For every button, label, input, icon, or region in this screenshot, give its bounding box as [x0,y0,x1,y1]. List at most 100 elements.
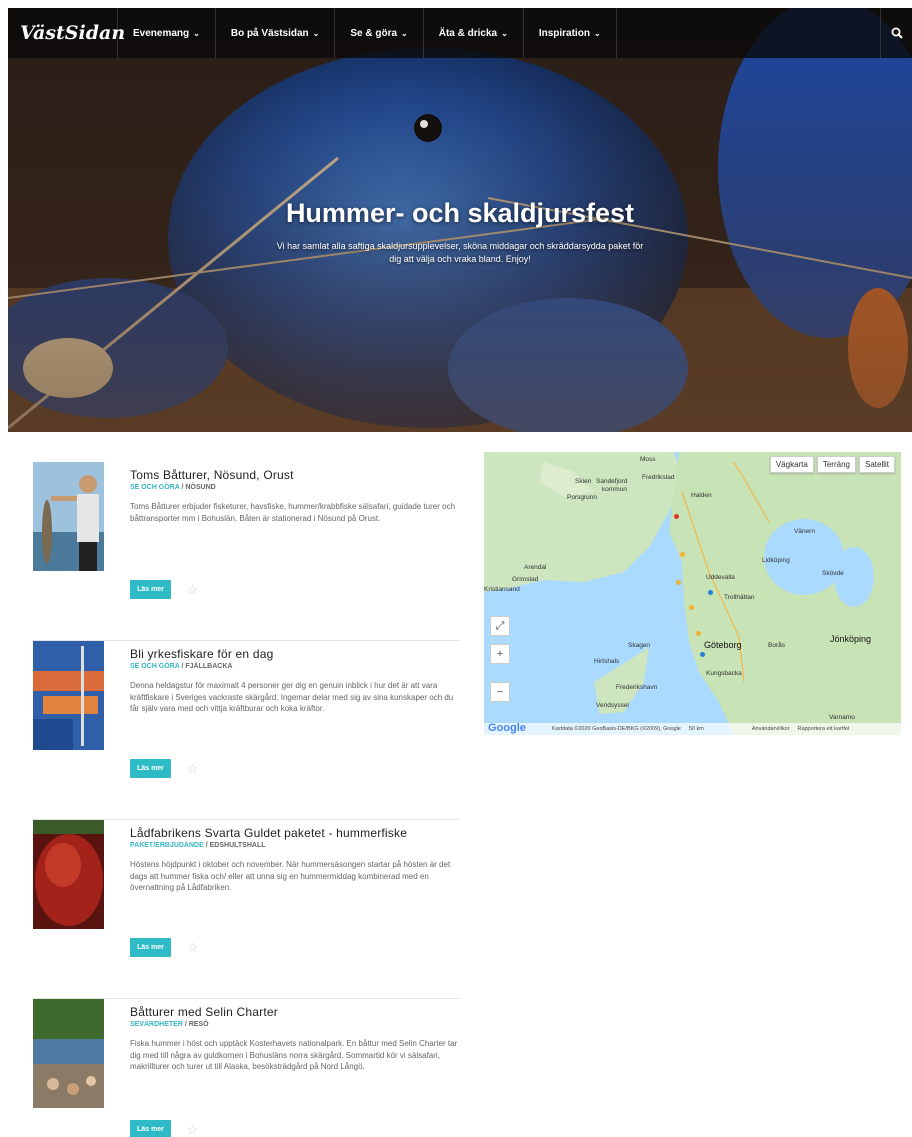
map-label: Kristiansand [484,586,520,593]
favorite-star-icon[interactable]: ☆ [183,938,202,957]
favorite-star-icon[interactable]: ☆ [183,580,202,599]
map-label: Skagen [628,642,651,649]
fullscreen-icon[interactable]: ⤢ [490,616,510,636]
nav-label: Inspiration [538,27,590,39]
map-label: Vendsyssel [596,702,629,709]
list-item: Toms Båtturer, Nösund, Orust SE OCH GÖRA… [33,462,459,641]
item-category: PAKET/ERBJUDANDE / EDSHULTSHALL [130,842,266,849]
map-scale: 50 km [688,726,704,732]
map-label: Varnamo [829,714,855,721]
map-label: Uddevalla [706,574,735,581]
map-label: kommun [602,486,627,493]
chevron-down-icon: ⌄ [401,28,408,38]
map-label: Vänern [794,528,815,535]
search-button[interactable] [880,8,912,58]
map-label: Skövde [822,570,844,577]
chevron-down-icon: ⌄ [193,28,200,38]
item-image[interactable] [33,999,104,1108]
nav-label: Bo på Västsidan [230,27,309,39]
map-terms-link[interactable]: Användarvillkor [752,726,790,732]
map-label: Skien [575,478,592,485]
map-label: Kungsbacka [706,670,742,677]
hero-title: Hummer- och skaldjursfest [285,198,635,228]
map-label: Moss [640,456,656,463]
map-marker[interactable] [708,590,713,595]
favorite-star-icon[interactable]: ☆ [183,759,202,778]
hero-subtitle: Vi har samlat alla saftiga skaldjursuppl… [276,241,644,264]
map-report-link[interactable]: Rapportera ett kartfel [797,726,849,732]
map-type-satellite[interactable]: Satellit [858,456,895,473]
item-category: SEVÄRDHETER / RESÖ [130,1021,209,1028]
category-link[interactable]: SEVÄRDHETER [130,1021,183,1028]
zoom-in-button[interactable]: + [490,644,510,664]
map-marker[interactable] [676,580,681,585]
chevron-down-icon: ⌄ [312,28,320,38]
place-label: RESÖ [188,1021,209,1028]
map[interactable]: Skien Sandefjord kommun Porsgrunn Fredri… [484,452,901,735]
nav-label: Se & göra [350,27,398,39]
map-label: Lidköping [762,557,790,564]
nav-item-se-gora[interactable]: Se & göra ⌄ [335,8,424,58]
nav-item-bo[interactable]: Bo på Västsidan ⌄ [216,8,336,58]
nav-item-inspiration[interactable]: Inspiration ⌄ [524,8,617,58]
map-marker[interactable] [674,514,679,519]
nav-item-evenemang[interactable]: Evenemang ⌄ [118,8,216,58]
item-title[interactable]: Båtturer med Selin Charter [130,1005,278,1019]
category-link[interactable]: SE OCH GÖRA [130,663,180,670]
item-title[interactable]: Toms Båtturer, Nösund, Orust [130,468,294,482]
list-item: Lådfabrikens Svarta Guldet paketet - hum… [33,820,459,999]
read-more-button[interactable]: Läs mer [130,759,171,778]
map-label: Porsgrunn [567,494,597,501]
map-label: Fredrikstad [642,474,675,481]
map-marker[interactable] [696,631,701,636]
chevron-down-icon: ⌄ [593,28,601,38]
map-attribution: Kartdata ©2020 GeoBasis-DE/BKG (©2009), … [552,726,681,732]
item-title[interactable]: Lådfabrikens Svarta Guldet paketet - hum… [130,826,407,840]
item-image[interactable] [33,820,104,929]
nav-label: Äta & dricka [438,27,498,39]
item-image[interactable] [33,641,104,750]
map-label: Sandefjord [596,478,628,485]
map-label: Halden [691,492,712,499]
map-marker[interactable] [680,552,685,557]
read-more-button[interactable]: Läs mer [130,938,171,957]
item-category: SE OCH GÖRA / NÖSUND [130,484,216,491]
hero-banner: VästSidan Evenemang ⌄ Bo på Västsidan ⌄ Se… [8,8,912,432]
map-label: Borås [768,642,785,649]
category-link[interactable]: PAKET/ERBJUDANDE [130,842,204,849]
item-description: Höstens höjdpunkt i oktober och november… [130,860,451,892]
main-nav: VästSidan Evenemang ⌄ Bo på Västsidan ⌄ Se… [8,8,912,58]
map-marker[interactable] [700,652,705,657]
read-more-button[interactable]: Läs mer [130,1120,171,1137]
place-label: FJÄLLBACKA [185,663,233,670]
place-label: NÖSUND [185,484,216,491]
list-item: Båtturer med Selin Charter SEVÄRDHETER /… [33,999,459,1137]
item-title[interactable]: Bli yrkesfiskare för en dag [130,647,273,661]
map-footer: Kartdata ©2020 GeoBasis-DE/BKG (©2009), … [484,723,901,735]
category-link[interactable]: SE OCH GÖRA [130,484,180,491]
search-icon [891,27,903,39]
item-description: Denna heldagstur för maximalt 4 personer… [130,681,454,713]
map-type-terrain[interactable]: Terräng [816,456,856,473]
chevron-down-icon: ⌄ [501,28,508,38]
map-label: Hirtshals [594,658,620,665]
favorite-star-icon[interactable]: ☆ [183,1120,202,1137]
map-label: Jönköping [830,634,872,644]
map-label: Frederikshavn [616,684,658,691]
map-type-controls: Vägkarta Terräng Satellit [769,456,895,473]
place-label: EDSHULTSHALL [209,842,266,849]
google-logo: Google [488,722,526,734]
map-type-road[interactable]: Vägkarta [769,456,814,473]
map-label: Trollhättan [724,594,755,601]
site-logo[interactable]: VästSidan [8,8,125,58]
map-marker[interactable] [689,605,694,610]
nav-item-ata-dricka[interactable]: Äta & dricka ⌄ [424,8,524,58]
map-label: Göteborg [704,640,742,650]
item-image[interactable] [33,462,104,571]
zoom-out-button[interactable]: − [490,682,510,702]
read-more-button[interactable]: Läs mer [130,580,171,599]
item-description: Fiska hummer i höst och upptäck Kosterha… [130,1039,458,1071]
item-description: Toms Båtturer erbjuder fisketurer, havsf… [130,502,456,523]
map-label: Arendal [524,564,547,571]
listing: Toms Båtturer, Nösund, Orust SE OCH GÖRA… [33,462,459,1137]
